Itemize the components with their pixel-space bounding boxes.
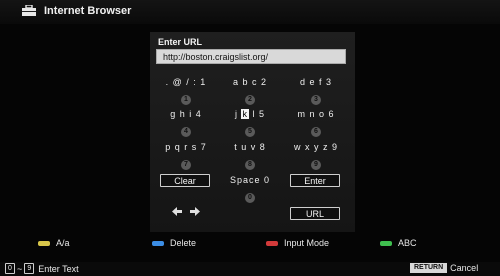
key-5[interactable]: j k l 5 5	[220, 108, 280, 138]
key-0-chars: Space 0	[229, 175, 271, 185]
red-button-icon	[266, 240, 278, 246]
number-0-icon: 0	[5, 263, 15, 274]
return-key-icon: RETURN	[410, 263, 448, 273]
key-1-chars: . @ / : 1	[165, 77, 207, 87]
right-arrow-icon[interactable]	[190, 207, 200, 216]
key-9-number: 9	[311, 160, 321, 170]
key-3-chars: d e f 3	[299, 77, 333, 87]
key-8-number: 8	[245, 160, 255, 170]
key-1[interactable]: . @ / : 1 1	[156, 76, 216, 106]
cancel-label: Cancel	[450, 263, 479, 273]
range-tilde: ~	[17, 263, 23, 274]
key-5-chars-post: l 5	[248, 109, 265, 119]
green-legend-label: ABC	[398, 238, 417, 248]
key-3[interactable]: d e f 3 3	[286, 76, 346, 106]
key-4-chars: g h i 4	[170, 109, 202, 119]
url-input[interactable]: http://boston.craigslist.org/	[156, 49, 346, 64]
yellow-legend-label: A/a	[56, 238, 70, 248]
key-9-chars: w x y z 9	[293, 142, 338, 152]
key-4-number: 4	[181, 127, 191, 137]
key-0-space[interactable]: Space 0 0	[220, 174, 280, 204]
key-8[interactable]: t u v 8 8	[220, 141, 280, 171]
blue-legend: Delete	[152, 238, 196, 248]
url-label: Enter URL	[158, 37, 203, 47]
red-legend-label: Input Mode	[284, 238, 330, 248]
blue-legend-label: Delete	[170, 238, 197, 248]
key-7[interactable]: p q r s 7 7	[156, 141, 216, 171]
key-5-number: 5	[245, 127, 255, 137]
key-2-number: 2	[245, 95, 255, 105]
number-9-icon: 9	[24, 263, 35, 274]
key-9[interactable]: w x y z 9 9	[286, 141, 346, 171]
left-arrow-icon[interactable]	[172, 207, 182, 216]
key-3-number: 3	[311, 95, 321, 105]
enter-text-label: Enter Text	[38, 263, 79, 274]
return-cancel-hint[interactable]: RETURN Cancel	[410, 263, 478, 273]
key-6-number: 6	[311, 127, 321, 137]
key-6[interactable]: m n o 6 6	[286, 108, 346, 138]
key-6-chars: m n o 6	[297, 109, 335, 119]
green-legend: ABC	[380, 238, 417, 248]
clear-button[interactable]: Clear	[160, 174, 210, 187]
green-button-icon	[380, 240, 392, 246]
yellow-button-icon	[38, 240, 50, 246]
key-5-highlighted-char: k	[241, 109, 249, 119]
blue-button-icon	[152, 240, 164, 246]
red-legend: Input Mode	[266, 238, 329, 248]
key-0-number: 0	[245, 193, 255, 203]
key-5-chars: j k l 5	[220, 108, 280, 120]
key-8-chars: t u v 8	[234, 142, 266, 152]
app-title: Internet Browser	[44, 5, 132, 17]
key-2-chars: a b c 2	[232, 77, 268, 87]
enter-button[interactable]: Enter	[290, 174, 340, 187]
key-7-number: 7	[181, 160, 191, 170]
toolbox-icon	[22, 5, 36, 16]
key-4[interactable]: g h i 4 4	[156, 108, 216, 138]
enter-text-hint: 0 ~ 9 Enter Text	[4, 263, 79, 274]
key-7-chars: p q r s 7	[165, 142, 207, 152]
key-1-number: 1	[181, 95, 191, 105]
url-button[interactable]: URL	[290, 207, 340, 220]
yellow-legend: A/a	[38, 238, 70, 248]
key-2[interactable]: a b c 2 2	[220, 76, 280, 106]
